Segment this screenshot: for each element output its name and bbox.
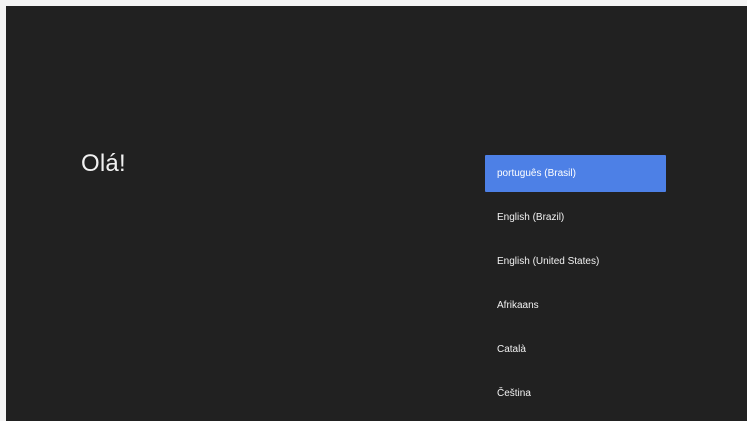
- page-title: Olá!: [81, 150, 126, 177]
- language-option-catala[interactable]: Català: [485, 331, 666, 368]
- language-list: português (Brasil) English (Brazil) Engl…: [485, 155, 666, 419]
- language-option-afrikaans[interactable]: Afrikaans: [485, 287, 666, 324]
- language-option-cestina[interactable]: Čeština: [485, 375, 666, 412]
- language-option-portuguese-brazil[interactable]: português (Brasil): [485, 155, 666, 192]
- language-selection-screen: Olá! português (Brasil) English (Brazil)…: [6, 6, 747, 421]
- language-option-english-united-states[interactable]: English (United States): [485, 243, 666, 280]
- language-option-english-brazil[interactable]: English (Brazil): [485, 199, 666, 236]
